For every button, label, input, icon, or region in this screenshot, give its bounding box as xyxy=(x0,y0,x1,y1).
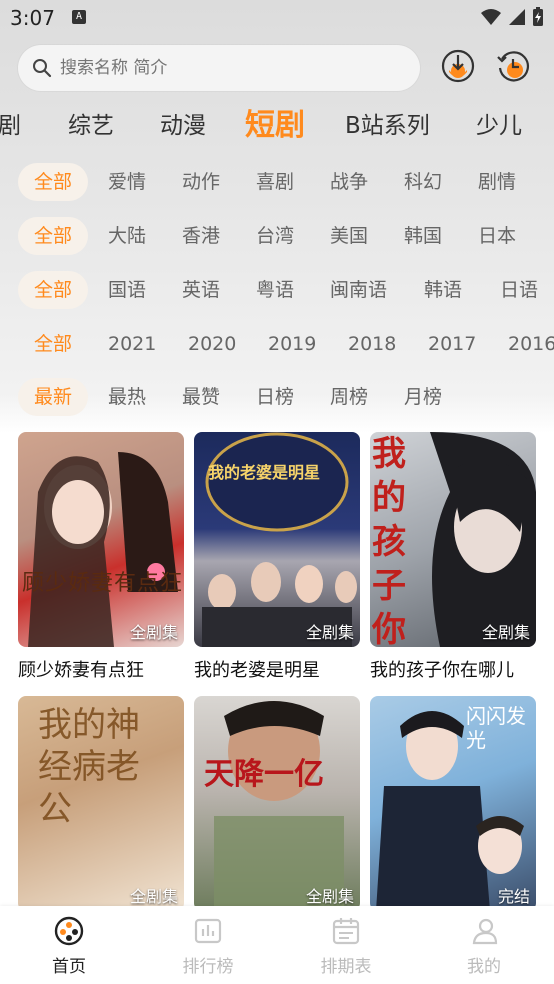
tab-anime[interactable]: 动漫 xyxy=(160,106,206,140)
filter-row-year: 全部 2021 2020 2019 2018 2017 2016 xyxy=(0,325,554,365)
filter-region-chip[interactable]: 韩国 xyxy=(404,217,442,255)
filter-year-chip[interactable]: 2018 xyxy=(348,325,396,363)
status-icons xyxy=(480,7,544,27)
poster-title-text: 顾少娇妻有点狂 xyxy=(22,571,184,596)
notification-icon: A xyxy=(72,10,86,24)
filter-region-chip[interactable]: 美国 xyxy=(330,217,368,255)
history-icon[interactable] xyxy=(496,49,530,83)
filter-genre-chip[interactable]: 战争 xyxy=(330,163,368,201)
tab-bilibili[interactable]: B站系列 xyxy=(345,106,430,140)
filter-sort-chip[interactable]: 最新 xyxy=(18,378,89,416)
filter-region-chip[interactable]: 大陆 xyxy=(108,217,146,255)
tab-category[interactable]: 剧 xyxy=(0,106,21,140)
card-title: 我的孩子你在哪儿 xyxy=(370,660,514,681)
filter-sort-chip[interactable]: 周榜 xyxy=(330,378,368,416)
category-tabs: 剧 综艺 动漫 短剧 B站系列 少儿 xyxy=(0,100,554,144)
calendar-icon xyxy=(332,918,360,945)
filter-genre-chip[interactable]: 动作 xyxy=(182,163,220,201)
nav-mine-label: 我的 xyxy=(467,957,501,977)
wifi-icon xyxy=(481,9,501,25)
filter-genre-chip[interactable]: 剧情 xyxy=(478,163,516,201)
filter-sort-chip[interactable]: 月榜 xyxy=(404,378,442,416)
tab-short-drama[interactable]: 短剧 xyxy=(245,100,305,144)
filter-year-chip[interactable]: 2021 xyxy=(108,325,156,363)
poster-image: 我的孩子你在哪儿 全剧集 xyxy=(370,432,536,647)
filter-genre-chip[interactable]: 全部 xyxy=(18,163,89,201)
filter-sort-chip[interactable]: 日榜 xyxy=(256,378,294,416)
poster-title-text: 我的老婆是明星 xyxy=(208,463,321,482)
poster-image: 顾少娇妻有点狂 全剧集 xyxy=(18,432,184,647)
filter-language-chip[interactable]: 国语 xyxy=(108,271,146,309)
filter-language-chip[interactable]: 英语 xyxy=(182,271,220,309)
filter-language-chip[interactable]: 粤语 xyxy=(256,271,294,309)
filter-row-region: 全部 大陆 香港 台湾 美国 韩国 日本 xyxy=(0,217,554,257)
filter-language-chip[interactable]: 日语 xyxy=(500,271,538,309)
nav-ranking-label: 排行榜 xyxy=(182,957,234,977)
nav-schedule[interactable]: 排期表 xyxy=(286,916,406,977)
poster-title-text: 我的孩子你在哪儿 xyxy=(372,434,406,647)
poster-art xyxy=(214,701,344,911)
nav-home-label: 首页 xyxy=(52,957,86,977)
download-icon[interactable] xyxy=(441,49,475,83)
nav-home[interactable]: 首页 xyxy=(9,916,129,977)
filter-region-chip[interactable]: 香港 xyxy=(182,217,220,255)
card-title: 我的老婆是明星 xyxy=(194,660,320,681)
filter-language-chip[interactable]: 闽南语 xyxy=(330,271,387,309)
filter-genre-chip[interactable]: 喜剧 xyxy=(256,163,294,201)
poster-image: 天降一亿 全剧集 xyxy=(194,696,360,911)
filter-row-language: 全部 国语 英语 粤语 闽南语 韩语 日语 xyxy=(0,271,554,311)
filter-year-chip[interactable]: 2017 xyxy=(428,325,476,363)
bottom-navigation: 首页 排行榜 排期表 我的 xyxy=(0,906,554,984)
poster-image: 我的神经病老公 全剧集 xyxy=(18,696,184,911)
nav-ranking[interactable]: 排行榜 xyxy=(148,916,268,977)
filter-sort-chip[interactable]: 最赞 xyxy=(182,378,220,416)
chart-icon xyxy=(194,918,222,944)
nav-schedule-label: 排期表 xyxy=(320,957,372,977)
episode-badge: 全剧集 xyxy=(305,623,354,642)
filter-sort-chip[interactable]: 最热 xyxy=(108,378,146,416)
filter-language-chip[interactable]: 韩语 xyxy=(424,271,462,309)
status-bar: 3:07 A xyxy=(0,0,554,36)
episode-badge: 全剧集 xyxy=(305,887,354,906)
filter-year-chip[interactable]: 2019 xyxy=(268,325,316,363)
tab-variety[interactable]: 综艺 xyxy=(68,106,114,140)
filter-year-chip[interactable]: 全部 xyxy=(18,325,88,363)
battery-icon xyxy=(533,7,543,26)
episode-badge: 全剧集 xyxy=(481,623,530,642)
episode-badge: 完结 xyxy=(497,887,530,906)
episode-badge: 全剧集 xyxy=(129,887,178,906)
card-title: 顾少娇妻有点狂 xyxy=(18,660,144,681)
search-input[interactable] xyxy=(58,57,382,79)
nav-mine[interactable]: 我的 xyxy=(424,916,544,977)
filter-genre-chip[interactable]: 科幻 xyxy=(404,163,442,201)
filter-region-chip[interactable]: 日本 xyxy=(478,217,516,255)
tab-kids[interactable]: 少儿 xyxy=(476,106,522,140)
filter-year-chip[interactable]: 2020 xyxy=(188,325,236,363)
poster-title-text: 闪闪发光 xyxy=(466,704,526,752)
poster-title-text: 天降一亿 xyxy=(204,757,324,792)
poster-image: 闪闪发光 完结 xyxy=(370,696,536,911)
search-bar[interactable] xyxy=(18,45,420,91)
episode-badge: 全剧集 xyxy=(129,623,178,642)
signal-icon xyxy=(509,9,525,25)
poster-art xyxy=(28,452,178,647)
filter-row-sort: 最新 最热 最赞 日榜 周榜 月榜 xyxy=(0,378,554,418)
filter-row-genre: 全部 爱情 动作 喜剧 战争 科幻 剧情 xyxy=(0,163,554,203)
filter-region-chip[interactable]: 全部 xyxy=(18,217,89,255)
filter-year-chip[interactable]: 2016 xyxy=(508,325,554,363)
filter-language-chip[interactable]: 全部 xyxy=(18,271,89,309)
filter-region-chip[interactable]: 台湾 xyxy=(256,217,294,255)
profile-icon xyxy=(472,918,498,945)
film-reel-icon xyxy=(54,916,84,946)
poster-image: 我的老婆是明星 全剧集 xyxy=(194,432,360,647)
status-time: 3:07 xyxy=(10,6,55,30)
poster-title-text: 我的神经病老公 xyxy=(38,705,140,829)
filter-genre-chip[interactable]: 爱情 xyxy=(108,163,146,201)
search-icon xyxy=(33,59,52,78)
